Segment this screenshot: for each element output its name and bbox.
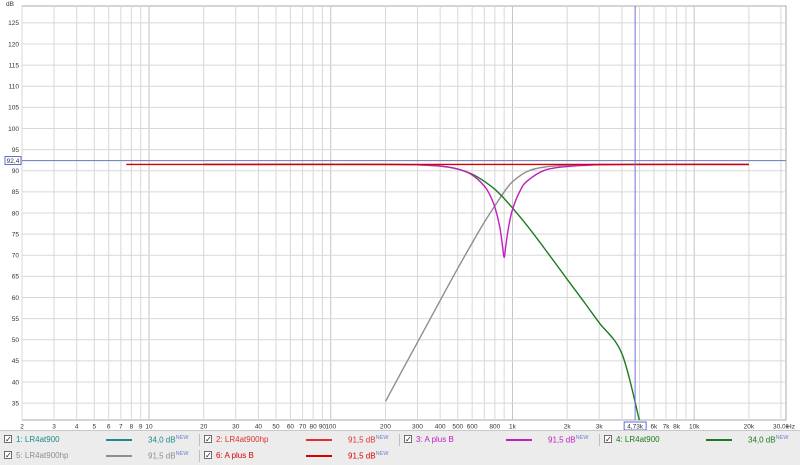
y-tick-label: 75 — [12, 231, 20, 238]
y-tick-label: 50 — [12, 337, 20, 344]
legend-swatch-4 — [706, 439, 732, 441]
legend-level-5: 91,5 dBNEW — [148, 451, 188, 461]
y-tick-label: 85 — [12, 189, 20, 196]
legend-swatch-2 — [306, 439, 332, 441]
legend-item-6[interactable]: ✓ 6: A plus B 91,5 dBNEW — [200, 448, 398, 464]
legend-level-5-value: 91,5 dB — [148, 451, 176, 461]
plot-grid — [21, 5, 787, 421]
legend-level-1-value: 34,0 dB — [148, 435, 176, 445]
legend-new-badge-2: NEW — [375, 435, 389, 441]
legend-checkbox-2[interactable]: ✓ — [204, 435, 212, 444]
legend-label-2: 2: LR4at900hp — [216, 435, 269, 444]
legend-checkbox-1[interactable]: ✓ — [4, 435, 12, 444]
legend-level-6: 91,5 dBNEW — [348, 451, 388, 461]
legend-label-1: 1: LR4at900 — [16, 435, 60, 444]
legend-row-2: ✓ 5: LR4at900hp 91,5 dBNEW ✓ 6: A plus B… — [0, 448, 800, 464]
legend-new-badge-1: NEW — [175, 435, 189, 441]
legend-checkbox-3[interactable]: ✓ — [404, 435, 412, 444]
y-tick-label: 115 — [9, 62, 20, 69]
legend-row-1: ✓ 1: LR4at900 34,0 dBNEW ✓ 2: LR4at900hp… — [0, 432, 800, 448]
legend-level-4: 34,0 dBNEW — [748, 435, 788, 445]
y-tick-label: 55 — [12, 316, 20, 323]
legend-checkbox-5[interactable]: ✓ — [4, 451, 12, 460]
y-tick-label: 95 — [12, 147, 20, 154]
legend-label-3: 3: A plus B — [416, 435, 454, 444]
legend-level-3-value: 91,5 dB — [548, 435, 576, 445]
y-tick-label: 110 — [9, 84, 20, 91]
legend-label-6: 6: A plus B — [216, 451, 254, 460]
legend-checkbox-6[interactable]: ✓ — [204, 451, 212, 460]
y-unit-label: dB — [6, 1, 14, 8]
legend-label-4: 4: LR4at900 — [616, 435, 660, 444]
response-plot[interactable]: 35 40 45 50 55 60 65 70 75 80 85 90 95 100 105 110 115 12… — [0, 0, 800, 430]
legend-item-5[interactable]: ✓ 5: LR4at900hp 91,5 dBNEW — [0, 448, 198, 464]
y-tick-label: 35 — [12, 400, 20, 407]
legend-new-badge-6: NEW — [375, 451, 389, 457]
legend-item-3[interactable]: ✓ 3: A plus B 91,5 dBNEW — [400, 432, 598, 448]
y-tick-label: 100 — [8, 126, 19, 133]
y-tick-label: 45 — [12, 358, 20, 365]
trace-legend: ✓ 1: LR4at900 34,0 dBNEW ✓ 2: LR4at900hp… — [0, 430, 800, 465]
legend-swatch-3 — [506, 439, 532, 441]
cursor-frequency-readout: 4,73k — [627, 423, 644, 430]
legend-item-4[interactable]: ✓ 4: LR4at900 34,0 dBNEW — [600, 432, 798, 448]
y-tick-label: 60 — [12, 295, 20, 302]
y-tick-label: 40 — [12, 379, 20, 386]
y-tick-label: 105 — [8, 105, 19, 112]
legend-new-badge-4: NEW — [775, 435, 789, 441]
y-tick-label: 80 — [12, 210, 20, 217]
legend-level-3: 91,5 dBNEW — [548, 435, 588, 445]
legend-level-2: 91,5 dBNEW — [348, 435, 388, 445]
legend-new-badge-5: NEW — [175, 451, 189, 457]
y-tick-label: 120 — [8, 41, 19, 48]
y-axis-ticks: 35 40 45 50 55 60 65 70 75 80 85 90 95 100 105 110 115 12… — [6, 1, 19, 407]
legend-level-1: 34,0 dBNEW — [148, 435, 188, 445]
legend-item-2[interactable]: ✓ 2: LR4at900hp 91,5 dBNEW — [200, 432, 398, 448]
y-tick-label: 125 — [8, 20, 19, 27]
legend-checkbox-4[interactable]: ✓ — [604, 435, 612, 444]
legend-level-4-value: 34,0 dB — [748, 435, 776, 445]
legend-new-badge-3: NEW — [575, 435, 589, 441]
legend-swatch-5 — [106, 455, 132, 457]
y-tick-label: 70 — [12, 253, 20, 260]
frequency-response-graph[interactable]: 35 40 45 50 55 60 65 70 75 80 85 90 95 100 105 110 115 12… — [0, 0, 800, 430]
legend-level-2-value: 91,5 dB — [348, 435, 376, 445]
cursor-level-readout: 92,4 — [7, 158, 20, 165]
y-tick-label: 65 — [12, 274, 20, 281]
legend-label-5: 5: LR4at900hp — [16, 451, 69, 460]
legend-swatch-1 — [106, 439, 132, 441]
y-tick-label: 90 — [12, 168, 20, 175]
legend-swatch-6 — [306, 455, 332, 457]
legend-level-6-value: 91,5 dB — [348, 451, 376, 461]
legend-item-1[interactable]: ✓ 1: LR4at900 34,0 dBNEW — [0, 432, 198, 448]
